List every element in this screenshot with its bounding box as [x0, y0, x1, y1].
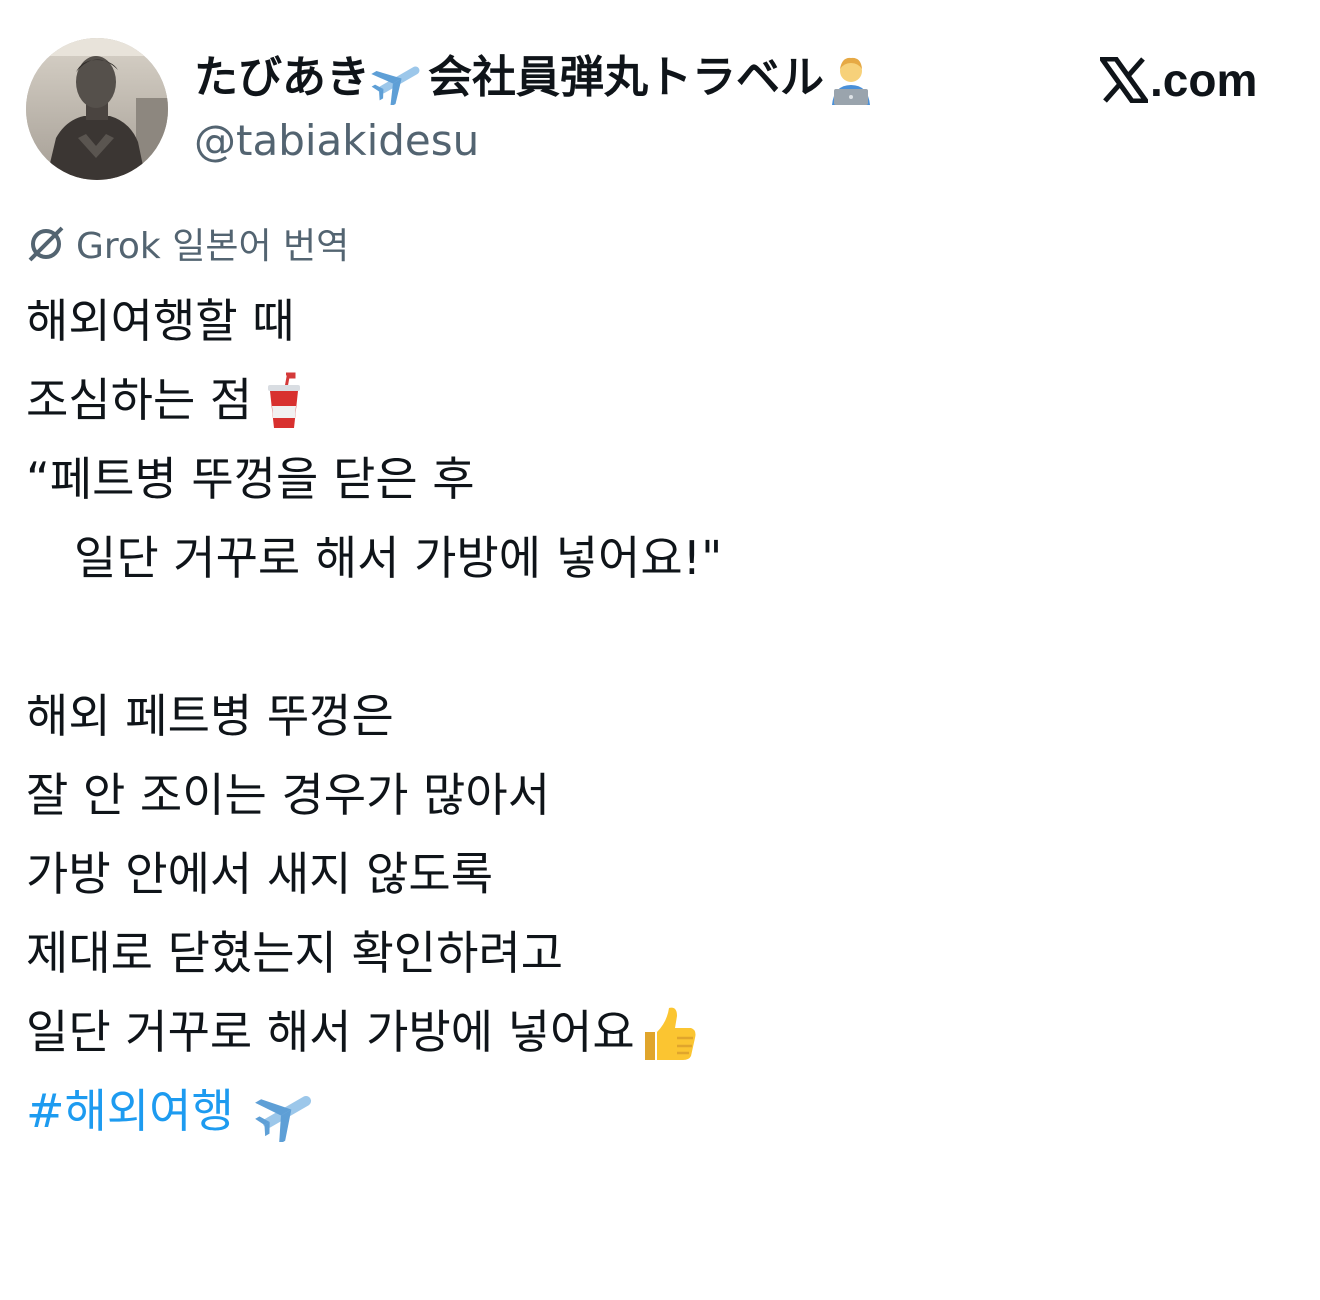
- post-line: 일단 거꾸로 해서 가방에 넣어요!": [74, 531, 723, 585]
- site-mark: .com: [1100, 52, 1257, 108]
- post-line: 조심하는 점: [26, 361, 1296, 440]
- thumbs-up-icon: [637, 844, 725, 1222]
- post-body: 해외여행할 때 조심하는 점 “페트병 뚜껑을 닫은 후 일단 거꾸로 해서 가…: [26, 282, 1296, 1151]
- site-domain: .com: [1150, 54, 1258, 106]
- technologist-icon: [824, 53, 878, 107]
- post-line: 잘 안 조이는 경우가 많아서: [26, 768, 551, 822]
- display-name-suffix: 会社員弾丸トラベル: [428, 52, 824, 103]
- post-line: 해외여행할 때: [26, 294, 295, 348]
- display-name[interactable]: たびあき 会社員弾丸トラベル: [194, 48, 878, 108]
- x-logo-icon: [1100, 57, 1148, 103]
- user-handle[interactable]: @tabiakidesu: [194, 114, 479, 168]
- post-line: “페트병 뚜껑을 닫은 후: [26, 452, 475, 506]
- avatar[interactable]: [26, 38, 168, 180]
- post-line-text: 조심하는 점: [26, 373, 253, 427]
- hashtag-link[interactable]: #해외여행: [26, 1072, 234, 1151]
- post-line: 일단 거꾸로 해서 가방에 넣어요: [26, 993, 1296, 1072]
- post-line-blank: [26, 598, 1296, 677]
- airplane-icon: [254, 924, 342, 1300]
- airplane-icon: [370, 55, 428, 105]
- grok-icon: [28, 226, 64, 262]
- post-header: たびあき 会社員弾丸トラベル @tabiakidesu .com: [0, 0, 1320, 190]
- display-name-text: たびあき: [194, 52, 370, 103]
- post-line: 해외 페트병 뚜껑은: [26, 689, 394, 743]
